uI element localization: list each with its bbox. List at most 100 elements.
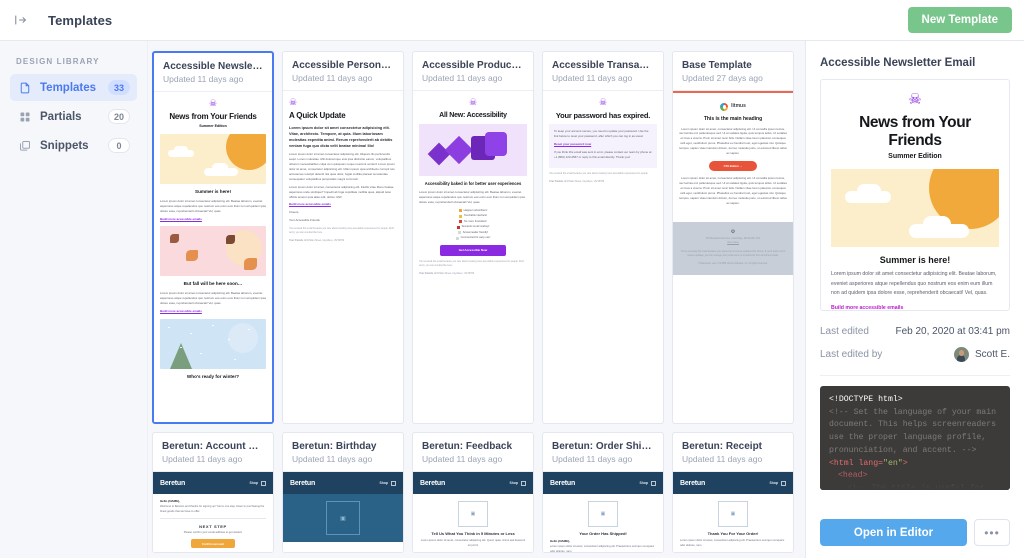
template-card[interactable]: Accessible Personal Note Updated 11 days… (282, 51, 404, 424)
card-title: Beretun: Birthday (292, 441, 377, 452)
body-text: Lorem ipsum dolor sit amet, consectetur … (420, 539, 526, 547)
brand-bar: Beretun Shop (153, 472, 273, 494)
template-card[interactable]: Accessible Product Anno… Updated 11 days… (412, 51, 534, 424)
hero-placeholder: ▣ (283, 494, 403, 542)
next-step-heading: NEXT STEP (199, 523, 227, 529)
grid-icon (17, 109, 32, 124)
card-subtitle: Updated 11 days ago (292, 454, 373, 464)
card-title: Accessible Product Anno… (422, 60, 524, 71)
heading: Your Order Has Shipped! (579, 531, 627, 536)
thumb-edition: Summer Edition (199, 123, 227, 128)
detail-title: Accessible Newsletter Email (820, 57, 976, 69)
card-header: Accessible Newsletter E… Updated 11 days… (154, 53, 272, 92)
code-line: <!-- Set the language of your main (829, 407, 997, 417)
body-text: Welcome to Beretun and thanks for signin… (160, 505, 265, 513)
detail-panel: Accessible Newsletter Email ☠ News from … (805, 41, 1024, 558)
template-card[interactable]: Beretun: Order Shipped Updated 11 days a… (542, 432, 664, 553)
code-line: document. This helps screenreaders (829, 420, 997, 430)
preview-heading: News from Your Friends (859, 114, 971, 149)
thumb-signature: Your Accessible Friends (289, 217, 320, 222)
brand-bar: Beretun Shop (543, 472, 663, 494)
sidebar: DESIGN LIBRARY Templates 33 Partials 20 … (0, 41, 148, 558)
thumb-section-heading: But fall will be here soon… (183, 281, 243, 287)
sidebar-item-count: 33 (107, 80, 130, 95)
page-title: Templates (48, 12, 113, 28)
template-card[interactable]: Beretun: Account Created Updated 11 days… (152, 432, 274, 553)
checklist-item: Semantic email markup! (435, 225, 511, 229)
sidebar-expand-icon[interactable] (12, 11, 30, 29)
template-card[interactable]: Beretun: Receipt Updated 11 days ago Ber… (672, 432, 794, 553)
image-placeholder-icon: ▣ (458, 501, 488, 527)
preview-section-link[interactable]: Build more accessible emails (831, 305, 999, 310)
open-in-editor-button[interactable]: Open in Editor (820, 519, 967, 546)
sidebar-item-templates[interactable]: Templates 33 (10, 74, 137, 101)
card-subtitle: Updated 11 days ago (682, 454, 763, 464)
card-header: Accessible Personal Note Updated 11 days… (283, 52, 403, 91)
footer-note: You're receiving this email because you … (680, 251, 786, 257)
thumb-heading: News from Your Friends (169, 112, 257, 121)
menu-icon (651, 480, 656, 486)
card-header: Base Template Updated 27 days ago (673, 52, 793, 91)
template-card[interactable]: Base Template Updated 27 days ago litmus… (672, 51, 794, 424)
card-header: Accessible Transactional … Updated 11 da… (543, 52, 663, 91)
sidebar-item-snippets[interactable]: Snippets 0 (10, 132, 137, 159)
thumb-section-link: Build more accessible emails (160, 216, 202, 221)
code-preview[interactable]: <!DOCTYPE html> <!-- Set the language of … (820, 386, 1010, 490)
card-header: Accessible Product Anno… Updated 11 days… (413, 52, 533, 91)
card-subtitle: Updated 11 days ago (162, 454, 243, 464)
heading: Thank You For Your Order! (707, 531, 759, 536)
sidebar-item-count: 20 (107, 109, 130, 124)
new-template-button[interactable]: New Template (907, 7, 1012, 33)
image-placeholder-icon: ▣ (718, 501, 748, 527)
copy-icon (17, 138, 32, 153)
hand-logo-icon: ☠ (208, 98, 218, 108)
body-text: Lorem ipsum dolor sit amet, consectetur … (550, 545, 655, 552)
thumb-footer: You received this email because you care… (419, 260, 525, 267)
template-card[interactable]: Accessible Transactional … Updated 11 da… (542, 51, 664, 424)
card-header: Beretun: Birthday Updated 11 days ago (283, 433, 403, 472)
more-options-button[interactable]: ••• (974, 519, 1010, 546)
thumb-footer: You received this email because you care… (549, 172, 649, 175)
litmus-logo: litmus (679, 103, 787, 111)
footer-copyright: © Rātunesa, year, 1717888 Litmus Softwar… (698, 263, 768, 266)
menu-icon (781, 480, 786, 486)
template-card[interactable]: Accessible Newsletter E… Updated 11 days… (152, 51, 274, 424)
thumb-lead: Lorem ipsum dolor sit amet consectetur a… (289, 125, 393, 148)
thumb-heading: All New: Accessibility (439, 112, 507, 119)
thumb-section-link: Build more accessible emails (160, 309, 202, 314)
summer-illustration (160, 134, 266, 185)
check-icon (458, 214, 462, 218)
brand-bar: Beretun Shop (413, 472, 533, 494)
template-card[interactable]: Beretun: Birthday Updated 11 days ago Be… (282, 432, 404, 553)
email-preview[interactable]: ☠ News from Your Friends Summer Edition … (820, 79, 1010, 311)
sidebar-item-label: Partials (40, 110, 82, 123)
thumb-address: Your Friends 1234 Main Street, Anywhere,… (289, 240, 344, 243)
sidebar-item-partials[interactable]: Partials 20 (10, 103, 137, 130)
image-placeholder-icon: ▣ (588, 501, 618, 527)
code-line: <head> (838, 471, 868, 481)
thumb-body: Lorem ipsum dolor sit amet consectetur a… (289, 152, 395, 181)
thumb-subheading: Accessibility baked in for better user e… (424, 180, 522, 186)
thumb-body: Lorem ipsum dolor sit amet, consectetur … (289, 184, 394, 199)
checklist-item: Screenreader friendly! (435, 231, 511, 235)
detail-actions: Open in Editor ••• (806, 509, 1024, 558)
card-title: Beretun: Account Created (162, 441, 264, 452)
brand-bar: Beretun Shop (283, 472, 403, 494)
code-line: pronunciation, and accent. --> (829, 445, 977, 455)
checklist-item: No more frustration! (435, 220, 511, 224)
card-header: Beretun: Feedback Updated 11 days ago (413, 433, 533, 472)
thumb-link: Reset your password now (554, 142, 592, 147)
app-root: Templates New Template DESIGN LIBRARY Te… (0, 0, 1024, 558)
checklist-item: Happier subscribers! (435, 209, 511, 213)
card-header: Beretun: Receipt Updated 11 days ago (673, 433, 793, 472)
fall-illustration (160, 226, 266, 277)
preview-edition: Summer Edition (888, 153, 942, 160)
body-text: Lorem ipsum dolor sit amet, consectetur … (680, 539, 785, 547)
app-body: DESIGN LIBRARY Templates 33 Partials 20 … (0, 41, 1024, 558)
sidebar-heading: DESIGN LIBRARY (16, 57, 100, 66)
top-bar: Templates New Template (0, 0, 1024, 41)
menu-icon (521, 480, 526, 486)
gear-icon: ⚙ (730, 228, 736, 235)
template-card[interactable]: Beretun: Feedback Updated 11 days ago Be… (412, 432, 534, 553)
card-subtitle: Updated 11 days ago (292, 73, 373, 83)
